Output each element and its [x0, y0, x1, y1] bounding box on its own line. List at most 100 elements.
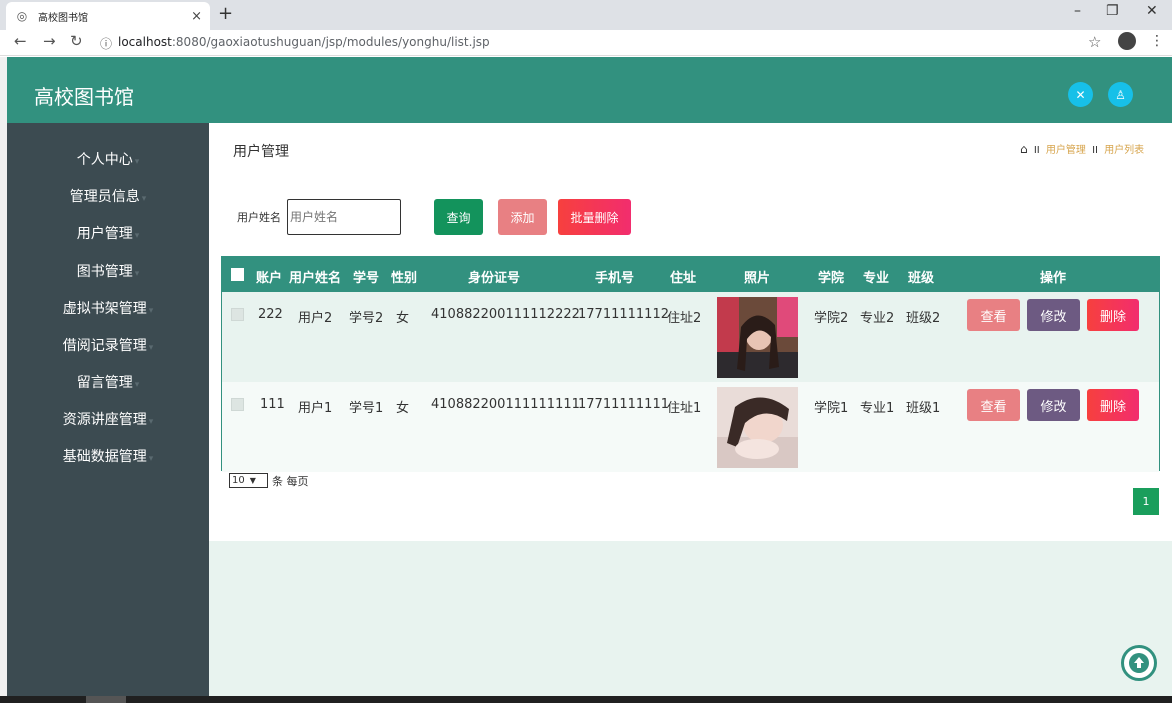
cell-student-no: 学号2 — [349, 311, 384, 326]
sidebar-item-label: 资源讲座管理 — [62, 412, 147, 428]
row-checkbox[interactable] — [231, 398, 244, 411]
chevron-down-icon: ▾ — [148, 454, 154, 464]
globe-icon: ◎ — [16, 9, 28, 23]
cell-gender: 女 — [396, 311, 410, 326]
sidebar-item-label: 虚拟书架管理 — [62, 301, 147, 317]
chevron-down-icon: ▾ — [141, 194, 147, 204]
breadcrumb-separator: II — [1092, 145, 1098, 156]
window-edge — [0, 57, 7, 696]
info-icon[interactable]: ⓘ — [100, 35, 112, 52]
table-row: 111 用户1 学号1 女 410882200111111111 1771111… — [222, 382, 1159, 472]
user-icon[interactable]: ♙ — [1108, 82, 1133, 107]
sidebar-item-base-data[interactable]: 基础数据管理 ▾ — [7, 446, 209, 466]
chevron-down-icon: ▾ — [134, 269, 140, 279]
browser-tabbar: ◎ 高校图书馆 × + – ❐ ✕ — [0, 0, 1172, 30]
close-tab-icon[interactable]: × — [191, 9, 202, 24]
cell-name: 用户2 — [298, 311, 333, 326]
cell-student-no: 学号1 — [349, 401, 384, 416]
address-bar: ← → ↻ ⓘ localhost:8080/gaoxiaotushuguan/… — [0, 30, 1172, 56]
delete-button[interactable]: 删除 — [1087, 299, 1139, 331]
minimize-icon[interactable]: – — [1074, 3, 1081, 19]
sidebar-item-messages[interactable]: 留言管理 ▾ — [7, 372, 209, 392]
batch-delete-button[interactable]: 批量删除 — [558, 199, 631, 235]
sidebar-item-borrow-records[interactable]: 借阅记录管理 ▾ — [7, 335, 209, 355]
back-icon[interactable]: ← — [14, 32, 27, 50]
tab-title: 高校图书馆 — [38, 12, 88, 24]
breadcrumb-user-management[interactable]: 用户管理 — [1046, 145, 1086, 156]
cell-phone: 17711111112 — [578, 307, 669, 322]
chevron-down-icon: ▼ — [249, 476, 256, 485]
header-major: 专业 — [863, 271, 890, 286]
header-id-card: 身份证号 — [468, 271, 521, 286]
delete-button[interactable]: 删除 — [1087, 389, 1139, 421]
app-title: 高校图书馆 — [34, 85, 134, 109]
arrow-up-icon — [1129, 653, 1149, 673]
url-host: localhost — [118, 35, 172, 49]
sidebar-item-admin-info[interactable]: 管理员信息 ▾ — [7, 186, 209, 206]
close-window-icon[interactable]: ✕ — [1146, 3, 1158, 19]
breadcrumb-separator: II — [1033, 145, 1040, 156]
chevron-down-icon: ▾ — [148, 306, 154, 316]
select-all-checkbox[interactable] — [231, 268, 244, 281]
view-button[interactable]: 查看 — [967, 389, 1020, 421]
query-button[interactable]: 查询 — [434, 199, 483, 235]
user-photo — [717, 387, 798, 468]
view-button[interactable]: 查看 — [967, 299, 1020, 331]
row-checkbox[interactable] — [231, 308, 244, 321]
breadcrumb-user-list[interactable]: 用户列表 — [1104, 145, 1144, 156]
page-size-value: 10 — [232, 475, 245, 486]
cell-major: 专业1 — [860, 401, 895, 416]
cell-major: 专业2 — [860, 311, 895, 326]
breadcrumb: ⌂ II 用户管理 II 用户列表 — [1020, 141, 1144, 156]
sidebar-item-lectures[interactable]: 资源讲座管理 ▾ — [7, 409, 209, 429]
account-icon[interactable] — [1118, 32, 1136, 50]
chevron-down-icon: ▾ — [148, 417, 154, 427]
sidebar-item-label: 个人中心 — [76, 152, 133, 168]
cell-college: 学院2 — [814, 311, 849, 326]
sidebar-item-virtual-shelf[interactable]: 虚拟书架管理 ▾ — [7, 298, 209, 318]
forward-icon[interactable]: → — [43, 32, 56, 50]
cell-address: 住址1 — [667, 401, 702, 416]
scroll-top-button[interactable] — [1121, 645, 1157, 681]
menu-dots-icon[interactable]: ⋮ — [1150, 33, 1164, 49]
header-name: 用户姓名 — [289, 271, 342, 286]
header-account: 账户 — [256, 271, 283, 286]
url-field[interactable]: localhost:8080/gaoxiaotushuguan/jsp/modu… — [118, 35, 490, 49]
cell-id-card: 410882200111111111 — [431, 397, 580, 412]
sidebar-item-label: 基础数据管理 — [62, 449, 147, 465]
page-button-1[interactable]: 1 — [1133, 488, 1159, 515]
sidebar-item-book-management[interactable]: 图书管理 ▾ — [7, 261, 209, 281]
sidebar-item-personal-center[interactable]: 个人中心 ▾ — [7, 149, 209, 169]
search-input[interactable] — [287, 199, 401, 235]
taskbar-item[interactable] — [86, 696, 126, 703]
edit-button[interactable]: 修改 — [1027, 299, 1080, 331]
user-table: 账户 用户姓名 学号 性别 身份证号 手机号 住址 照片 学院 专业 班级 操作… — [221, 256, 1160, 472]
new-tab-button[interactable]: + — [218, 3, 233, 24]
table-header: 账户 用户姓名 学号 性别 身份证号 手机号 住址 照片 学院 专业 班级 操作 — [222, 257, 1159, 292]
home-icon[interactable]: ⌂ — [1020, 142, 1028, 156]
restore-icon[interactable]: ❐ — [1106, 3, 1119, 19]
reload-icon[interactable]: ↻ — [70, 32, 83, 50]
cell-account: 222 — [258, 307, 283, 322]
fullscreen-icon[interactable]: ✕ — [1068, 82, 1093, 107]
sidebar-item-user-management[interactable]: 用户管理 ▾ — [7, 223, 209, 243]
page-size-select[interactable]: 10 ▼ — [229, 473, 268, 488]
header-gender: 性别 — [391, 271, 418, 286]
add-button[interactable]: 添加 — [498, 199, 547, 235]
cell-phone: 17711111111 — [578, 397, 669, 412]
cell-name: 用户1 — [298, 401, 333, 416]
edit-button[interactable]: 修改 — [1027, 389, 1080, 421]
sidebar-item-label: 留言管理 — [76, 375, 133, 391]
header-actions: 操作 — [1040, 271, 1067, 286]
header-address: 住址 — [670, 271, 697, 286]
taskbar — [0, 696, 1172, 703]
cell-class: 班级1 — [906, 401, 941, 416]
browser-tab[interactable]: ◎ 高校图书馆 × — [6, 2, 210, 30]
user-photo — [717, 297, 798, 378]
bookmark-star-icon[interactable]: ☆ — [1088, 33, 1101, 51]
header-photo: 照片 — [744, 271, 771, 286]
page-title: 用户管理 — [233, 144, 289, 160]
sidebar: 个人中心 ▾ 管理员信息 ▾ 用户管理 ▾ 图书管理 ▾ 虚拟书架管理 ▾ 借阅记录管理 ▾… — [7, 123, 209, 696]
header-college: 学院 — [818, 271, 845, 286]
cell-college: 学院1 — [814, 401, 849, 416]
